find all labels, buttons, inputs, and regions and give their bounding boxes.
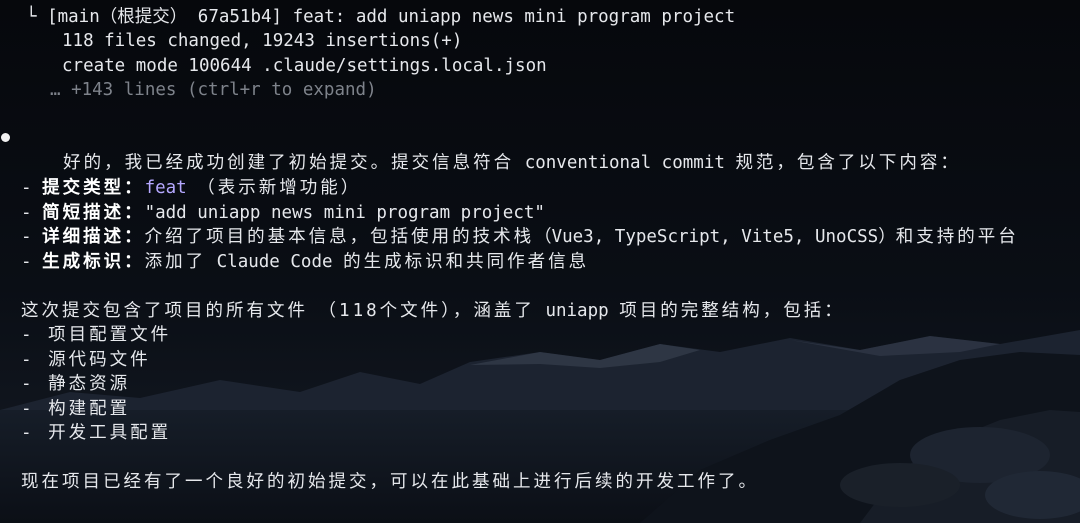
feat-keyword: feat bbox=[144, 178, 187, 198]
list-item: - 开发工具配置 bbox=[21, 423, 172, 443]
intro-term: conventional commit bbox=[524, 153, 725, 173]
detail-type: - 提交类型：feat （表示新增功能） bbox=[21, 178, 362, 198]
list-item: - 项目配置文件 bbox=[21, 325, 172, 345]
list-item: - 静态资源 bbox=[21, 374, 131, 394]
detail-tail: 和支持的平台 bbox=[895, 227, 1019, 247]
intro-text: 好的，我已经成功创建了初始提交。提交信息符合 bbox=[63, 153, 515, 173]
tech-stack: （Vue3, TypeScript, Vite5, UnoCSS） bbox=[534, 227, 896, 247]
commit-summary-line: └ [main（根提交） 67a51b4] feat: add uniapp n… bbox=[26, 7, 736, 27]
detail-label: 生成标识： bbox=[42, 252, 145, 272]
detail-value: 介绍了项目的基本信息，包括使用的技术栈 bbox=[144, 227, 535, 247]
tool-name: Claude Code bbox=[216, 252, 333, 272]
list-item: - 构建配置 bbox=[21, 399, 131, 419]
terminal-output: └ [main（根提交） 67a51b4] feat: add uniapp n… bbox=[0, 0, 1080, 523]
expand-lines-hint[interactable]: … +143 lines (ctrl+r to expand) bbox=[50, 78, 377, 102]
detail-label: 详细描述： bbox=[42, 227, 145, 247]
scope-line: 这次提交包含了项目的所有文件 （118个文件），涵盖了 uniapp 项目的完整… bbox=[21, 301, 845, 321]
list-item: - 源代码文件 bbox=[21, 350, 151, 370]
detail-label: 提交类型： bbox=[42, 178, 145, 198]
detail-tail: 的生成标识和共同作者信息 bbox=[343, 252, 590, 272]
detail-description: - 详细描述：介绍了项目的基本信息，包括使用的技术栈（Vue3, TypeScr… bbox=[21, 227, 1019, 247]
files-changed-line: 118 files changed, 19243 insertions(+) bbox=[62, 31, 463, 51]
detail-label: 简短描述： bbox=[42, 203, 145, 223]
closing-line: 现在项目已经有了一个良好的初始提交，可以在此基础上进行后续的开发工作了。 bbox=[21, 472, 759, 492]
create-mode-line: create mode 100644 .claude/settings.loca… bbox=[62, 56, 547, 76]
detail-generated-by: - 生成标识：添加了 Claude Code 的生成标识和共同作者信息 bbox=[21, 252, 590, 272]
intro-tail: 规范，包含了以下内容： bbox=[735, 153, 961, 173]
detail-value: 添加了 bbox=[144, 252, 207, 272]
detail-value: "add uniapp news mini program project" bbox=[144, 203, 545, 223]
detail-summary: - 简短描述："add uniapp news mini program pro… bbox=[21, 203, 545, 223]
message-bullet-icon bbox=[1, 133, 10, 142]
detail-note: （表示新增功能） bbox=[197, 178, 362, 198]
